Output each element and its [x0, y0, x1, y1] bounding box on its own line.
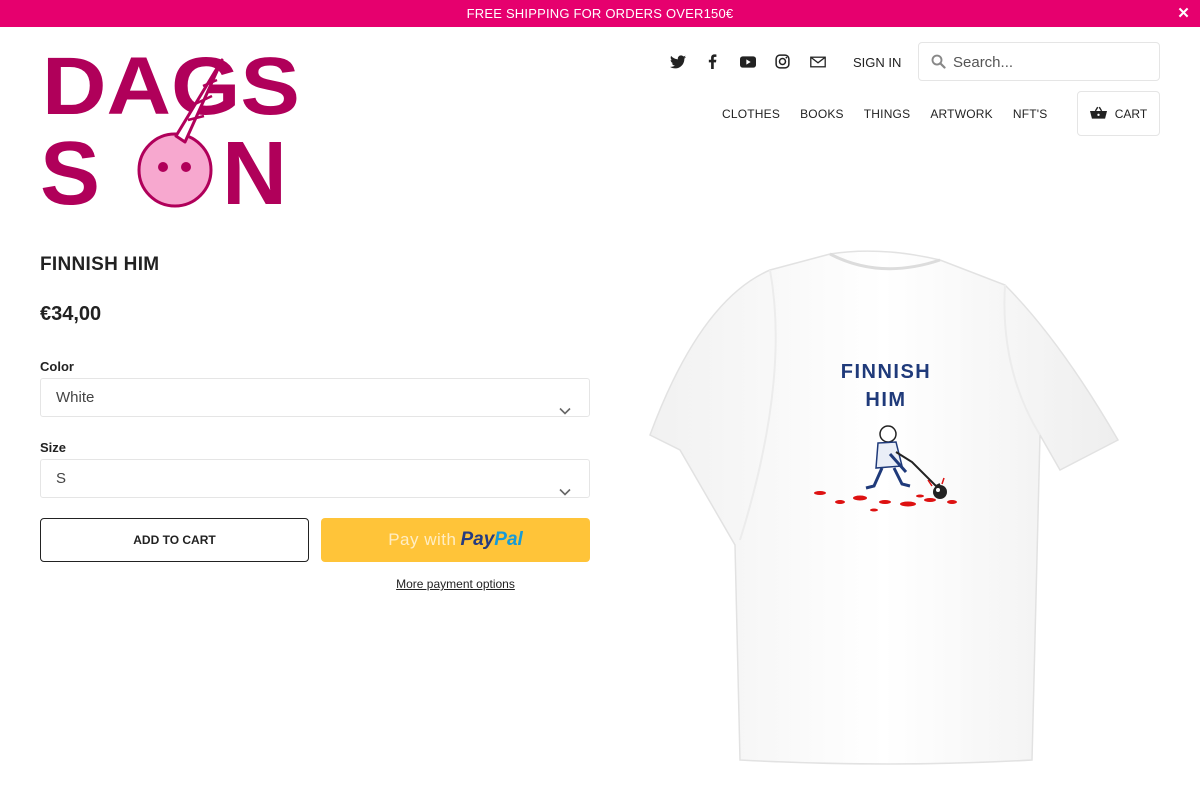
logo-text-n: N	[222, 124, 287, 210]
logo-text-s: S	[40, 124, 100, 210]
instagram-icon[interactable]	[773, 52, 792, 71]
add-to-cart-button[interactable]: ADD TO CART	[40, 518, 309, 562]
close-icon[interactable]: ✕	[1177, 0, 1190, 27]
basket-icon	[1089, 106, 1107, 122]
announcement-bar: FREE SHIPPING FOR ORDERS OVER150€ ✕	[0, 0, 1200, 27]
email-icon[interactable]	[808, 52, 827, 71]
nav-item-nfts[interactable]: NFT'S	[1013, 107, 1048, 121]
chevron-down-icon	[559, 392, 571, 429]
product-price: €34,00	[40, 303, 102, 325]
social-links	[668, 52, 827, 71]
shirt-print-line1: FINNISH	[841, 361, 932, 383]
nav-item-clothes[interactable]: CLOTHES	[722, 107, 780, 121]
chevron-down-icon	[559, 473, 571, 510]
size-select[interactable]: S	[40, 459, 590, 498]
color-select[interactable]: White	[40, 378, 590, 417]
product-title: FINNISH HIM	[40, 254, 160, 275]
paypal-logo: PayPal	[460, 529, 523, 550]
product-image[interactable]: FINNISH HIM	[640, 240, 1130, 770]
facebook-icon[interactable]	[703, 52, 722, 71]
color-select-value: White	[56, 389, 95, 406]
sign-in-link[interactable]: SIGN IN	[853, 55, 901, 70]
logo-text-top: DAGS	[42, 41, 300, 132]
more-payment-options-link[interactable]: More payment options	[321, 577, 590, 591]
announcement-text: FREE SHIPPING FOR ORDERS OVER150€	[466, 6, 734, 21]
size-label: Size	[40, 440, 67, 455]
main-nav: CLOTHES BOOKS THINGS ARTWORK NFT'S	[722, 107, 1067, 121]
logo[interactable]: DAGS S N	[40, 40, 305, 210]
paypal-button[interactable]: Pay with PayPal	[321, 518, 590, 562]
color-label: Color	[40, 359, 74, 374]
nav-item-artwork[interactable]: ARTWORK	[930, 107, 993, 121]
youtube-icon[interactable]	[738, 52, 757, 71]
paypal-pay-with: Pay with	[388, 530, 457, 549]
twitter-icon[interactable]	[668, 52, 687, 71]
search-input[interactable]	[953, 49, 1153, 75]
search-icon[interactable]	[931, 54, 946, 74]
nav-item-things[interactable]: THINGS	[864, 107, 911, 121]
cart-label: CART	[1114, 106, 1148, 121]
shirt-print-line2: HIM	[865, 389, 906, 411]
nav-item-books[interactable]: BOOKS	[800, 107, 844, 121]
size-select-value: S	[56, 470, 67, 487]
search-box	[918, 42, 1160, 81]
cart-button[interactable]: CART	[1077, 91, 1160, 136]
